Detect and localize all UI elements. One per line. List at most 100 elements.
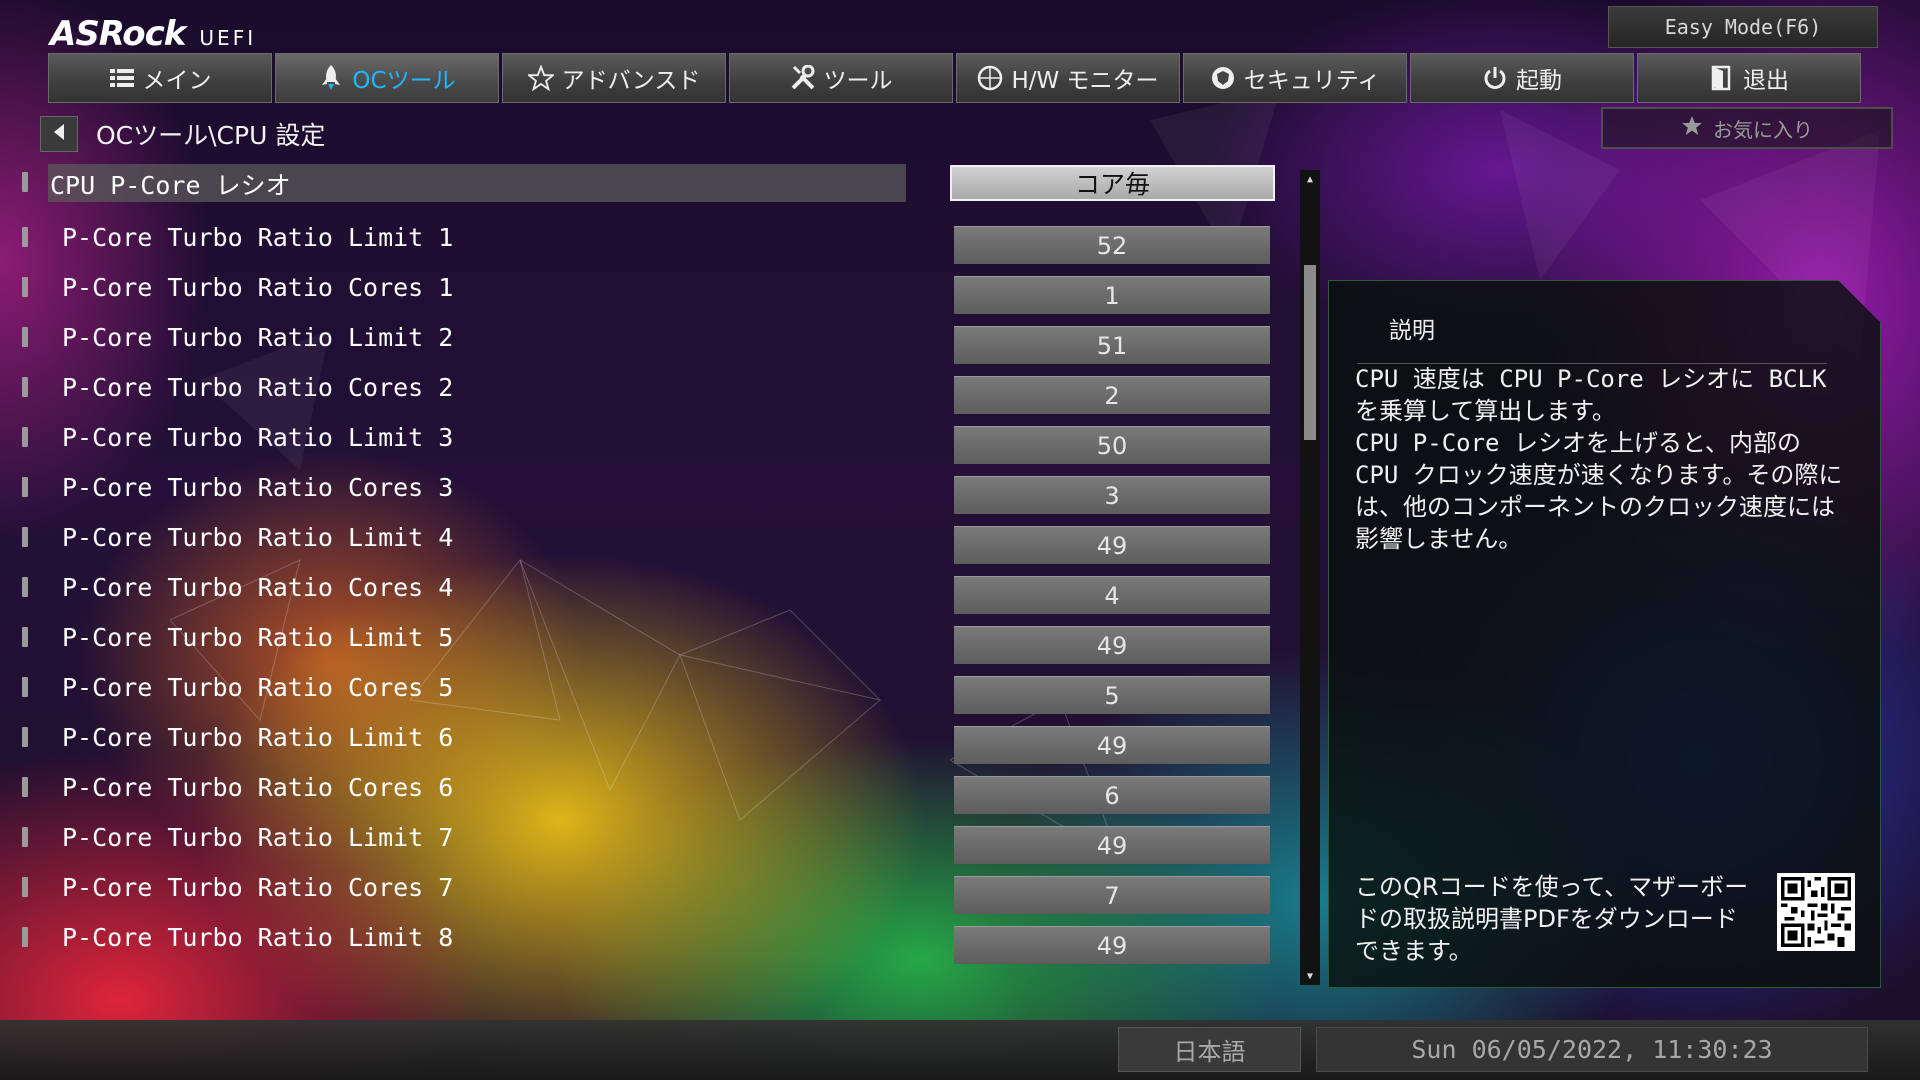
setting-row[interactable]: P-Core Turbo Ratio Cores 1	[0, 262, 910, 312]
setting-label: P-Core Turbo Ratio Limit 6	[62, 722, 454, 752]
qr-code-icon	[1777, 873, 1855, 951]
setting-row[interactable]: P-Core Turbo Ratio Cores 4	[0, 562, 910, 612]
setting-label: P-Core Turbo Ratio Limit 4	[62, 522, 454, 552]
value-field[interactable]: 52	[954, 226, 1270, 264]
monitor-icon	[977, 65, 1003, 91]
setting-label: P-Core Turbo Ratio Cores 6	[62, 772, 454, 802]
value-field[interactable]: 49	[954, 526, 1270, 564]
settings-values: コア毎 52 1 51 2 50 3 49 4 49 5 49 6 49 7 4…	[950, 162, 1275, 964]
ratio-mode-dropdown[interactable]: コア毎	[950, 165, 1275, 201]
row-marker	[22, 327, 28, 347]
value-field[interactable]: 6	[954, 776, 1270, 814]
setting-label: P-Core Turbo Ratio Limit 7	[62, 822, 454, 852]
setting-row[interactable]: P-Core Turbo Ratio Limit 8	[0, 912, 910, 962]
setting-row[interactable]: P-Core Turbo Ratio Cores 5	[0, 662, 910, 712]
value-field[interactable]: 3	[954, 476, 1270, 514]
setting-label: CPU P-Core レシオ	[50, 171, 291, 200]
scroll-down-icon[interactable]: ▼	[1300, 967, 1320, 985]
tab-oc-tools[interactable]: OCツール	[275, 53, 499, 103]
row-marker	[22, 577, 28, 597]
setting-label: P-Core Turbo Ratio Cores 3	[62, 472, 454, 502]
favorites-label: お気に入り	[1713, 117, 1813, 142]
tab-advanced[interactable]: アドバンスド	[502, 53, 726, 103]
row-marker	[22, 777, 28, 797]
tab-label: OCツール	[352, 68, 456, 94]
setting-row[interactable]: P-Core Turbo Ratio Cores 6	[0, 762, 910, 812]
shield-icon	[1210, 65, 1236, 91]
description-title: 説明	[1389, 318, 1435, 344]
value-field[interactable]: 49	[954, 926, 1270, 964]
value-field[interactable]: 2	[954, 376, 1270, 414]
description-panel: 説明 CPU 速度は CPU P-Core レシオに BCLK を乗算して算出し…	[1328, 280, 1881, 988]
setting-row[interactable]: P-Core Turbo Ratio Limit 6	[0, 712, 910, 762]
back-button[interactable]	[40, 116, 78, 152]
setting-row[interactable]: P-Core Turbo Ratio Limit 7	[0, 812, 910, 862]
setting-label: P-Core Turbo Ratio Limit 3	[62, 422, 454, 452]
scrollbar-thumb[interactable]	[1304, 265, 1316, 440]
value-field[interactable]: 1	[954, 276, 1270, 314]
tab-exit[interactable]: 退出	[1637, 53, 1861, 103]
row-marker	[22, 727, 28, 747]
tab-label: アドバンスド	[561, 68, 701, 94]
tab-hw-monitor[interactable]: H/W モニター	[956, 53, 1180, 103]
tab-security[interactable]: セキュリティ	[1183, 53, 1407, 103]
setting-row[interactable]: P-Core Turbo Ratio Limit 4	[0, 512, 910, 562]
list-icon	[109, 65, 135, 91]
setting-row[interactable]: P-Core Turbo Ratio Limit 2	[0, 312, 910, 362]
setting-label: P-Core Turbo Ratio Cores 1	[62, 272, 454, 302]
value-field[interactable]: 50	[954, 426, 1270, 464]
tab-tools[interactable]: ツール	[729, 53, 953, 103]
easy-mode-button[interactable]: Easy Mode(F6)	[1608, 6, 1878, 48]
setting-label: P-Core Turbo Ratio Cores 7	[62, 872, 454, 902]
row-marker	[22, 877, 28, 897]
row-marker	[22, 927, 28, 947]
row-marker	[22, 172, 28, 192]
breadcrumb-path: OCツール\CPU 設定	[96, 121, 326, 150]
row-marker	[22, 377, 28, 397]
tab-label: 起動	[1516, 68, 1562, 94]
value-field[interactable]: 4	[954, 576, 1270, 614]
tab-label: H/W モニター	[1011, 68, 1159, 94]
tab-main[interactable]: メイン	[48, 53, 272, 103]
setting-label: P-Core Turbo Ratio Cores 5	[62, 672, 454, 702]
row-marker	[22, 227, 28, 247]
row-marker	[22, 527, 28, 547]
tab-label: ツール	[823, 68, 893, 94]
star-icon	[1681, 115, 1703, 142]
value-field[interactable]: 51	[954, 326, 1270, 364]
row-marker	[22, 277, 28, 297]
tab-boot[interactable]: 起動	[1410, 53, 1634, 103]
row-marker	[22, 477, 28, 497]
qr-description: このQRコードを使って、マザーボードの取扱説明書PDFをダウンロードできます。	[1355, 873, 1749, 965]
back-arrow-icon	[52, 123, 66, 145]
setting-label: P-Core Turbo Ratio Limit 2	[62, 322, 454, 352]
scroll-up-icon[interactable]: ▲	[1300, 170, 1320, 188]
setting-row[interactable]: P-Core Turbo Ratio Limit 5	[0, 612, 910, 662]
value-field[interactable]: 5	[954, 676, 1270, 714]
power-icon	[1482, 65, 1508, 91]
value-field[interactable]: 49	[954, 626, 1270, 664]
setting-row-cpu-p-core-ratio[interactable]: CPU P-Core レシオ	[0, 162, 910, 212]
brand-name: ASRock	[50, 14, 186, 54]
setting-row[interactable]: P-Core Turbo Ratio Cores 3	[0, 462, 910, 512]
favorites-button[interactable]: お気に入り	[1601, 107, 1893, 149]
date-time-display: Sun 06/05/2022, 11:30:23	[1316, 1027, 1868, 1072]
setting-label: P-Core Turbo Ratio Limit 5	[62, 622, 454, 652]
setting-label: P-Core Turbo Ratio Limit 8	[62, 922, 454, 952]
main-tabs: メイン OCツール アドバンスド ツール H/W モニター セキュリティ 起動 …	[48, 53, 1861, 103]
asrock-logo: ASRock UEFI	[50, 14, 256, 54]
value-field[interactable]: 7	[954, 876, 1270, 914]
setting-label: P-Core Turbo Ratio Cores 4	[62, 572, 454, 602]
settings-scrollbar[interactable]: ▲ ▼	[1300, 170, 1320, 985]
setting-row[interactable]: P-Core Turbo Ratio Cores 2	[0, 362, 910, 412]
value-field[interactable]: 49	[954, 726, 1270, 764]
row-marker	[22, 827, 28, 847]
rocket-icon	[318, 65, 344, 91]
value-field[interactable]: 49	[954, 826, 1270, 864]
setting-row[interactable]: P-Core Turbo Ratio Cores 7	[0, 862, 910, 912]
language-button[interactable]: 日本語	[1118, 1027, 1301, 1072]
setting-row[interactable]: P-Core Turbo Ratio Limit 1	[0, 212, 910, 262]
setting-label: P-Core Turbo Ratio Cores 2	[62, 372, 454, 402]
setting-row[interactable]: P-Core Turbo Ratio Limit 3	[0, 412, 910, 462]
tab-label: 退出	[1743, 68, 1789, 94]
